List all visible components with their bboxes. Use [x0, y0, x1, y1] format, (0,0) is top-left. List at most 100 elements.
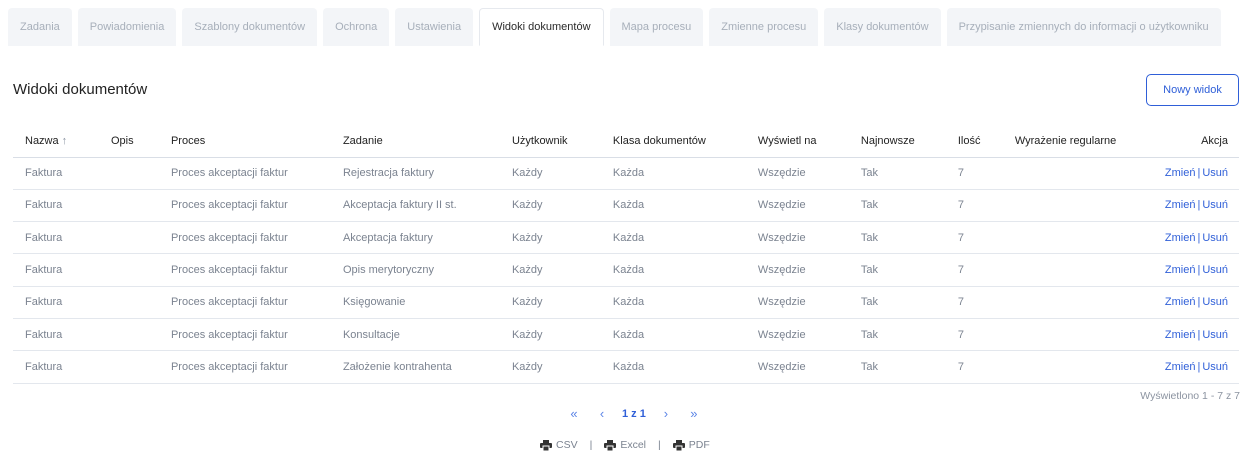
first-page-button[interactable]: «	[560, 406, 588, 421]
cell-klasa-dokumentow: Każda	[600, 189, 746, 223]
delete-link[interactable]: Usuń	[1202, 361, 1228, 373]
cell-opis	[98, 286, 159, 319]
column-header-uzytkownik[interactable]: Użytkownik	[499, 125, 601, 158]
tab-zadania[interactable]: Zadania	[8, 8, 72, 46]
table-row: Faktura Proces akceptacji faktur Akceptacj…	[13, 189, 1239, 223]
cell-uzytkownik: Każdy	[499, 286, 601, 319]
edit-link[interactable]: Zmień	[1165, 232, 1196, 244]
printer-icon	[604, 439, 617, 451]
cell-nazwa: Faktura	[13, 221, 99, 255]
export-excel-button[interactable]: Excel	[604, 439, 646, 451]
cell-ilosc: 7	[945, 189, 1003, 223]
cell-opis	[98, 350, 159, 384]
export-separator: |	[658, 439, 661, 451]
cell-ilosc: 7	[945, 253, 1003, 287]
cell-uzytkownik: Każdy	[499, 157, 601, 190]
delete-link[interactable]: Usuń	[1202, 296, 1228, 308]
action-separator: |	[1197, 231, 1201, 244]
export-separator: |	[589, 439, 593, 451]
delete-link[interactable]: Usuń	[1202, 264, 1228, 276]
column-header-nazwa[interactable]: Nazwa ↑	[13, 125, 99, 158]
delete-link[interactable]: Usuń	[1202, 167, 1228, 179]
cell-opis	[98, 318, 159, 352]
column-header-wyswietl-na[interactable]: Wyświetl na	[745, 125, 849, 158]
column-header-klasa-dokumentow[interactable]: Klasa dokumentów	[600, 125, 746, 158]
action-separator: |	[1197, 199, 1201, 212]
tab-zmienne-procesu[interactable]: Zmienne procesu	[709, 8, 819, 46]
edit-link[interactable]: Zmień	[1165, 361, 1196, 373]
table-row: Faktura Proces akceptacji faktur Księgowan…	[13, 286, 1239, 319]
edit-link[interactable]: Zmień	[1165, 167, 1196, 179]
delete-link[interactable]: Usuń	[1202, 232, 1228, 244]
tab-ochrona[interactable]: Ochrona	[323, 8, 390, 46]
tab-ustawienia[interactable]: Ustawienia	[395, 8, 474, 46]
cell-nazwa: Faktura	[13, 189, 99, 223]
column-header-proces[interactable]: Proces	[158, 125, 331, 158]
tab-przypisanie-zmiennych[interactable]: Przypisanie zmiennych do informacji o uż…	[946, 8, 1221, 46]
tab-widoki-dokumentow[interactable]: Widoki dokumentów	[479, 8, 604, 46]
cell-akcja: Zmień | Usuń	[1152, 189, 1239, 223]
cell-wyrazenie-regularne	[1002, 253, 1153, 287]
column-header-opis[interactable]: Opis	[98, 125, 159, 158]
delete-link[interactable]: Usuń	[1202, 199, 1228, 211]
cell-opis	[98, 253, 159, 287]
cell-najnowsze: Tak	[848, 318, 946, 352]
export-pdf-button[interactable]: PDF	[672, 439, 710, 451]
cell-zadanie: Akceptacja faktury II st.	[330, 189, 500, 223]
action-separator: |	[1197, 264, 1201, 277]
cell-klasa-dokumentow: Każda	[600, 318, 746, 352]
action-separator: |	[1197, 296, 1201, 309]
cell-najnowsze: Tak	[848, 157, 946, 190]
edit-link[interactable]: Zmień	[1165, 264, 1196, 276]
edit-link[interactable]: Zmień	[1165, 329, 1196, 341]
cell-akcja: Zmień | Usuń	[1152, 350, 1239, 384]
cell-zadanie: Rejestracja faktury	[330, 157, 500, 190]
last-page-button[interactable]: »	[680, 406, 708, 421]
cell-wyswietl-na: Wszędzie	[745, 221, 849, 255]
cell-klasa-dokumentow: Każda	[600, 157, 746, 190]
cell-proces: Proces akceptacji faktur	[158, 253, 331, 287]
column-header-label: Nazwa	[25, 134, 59, 147]
tab-powiadomienia[interactable]: Powiadomienia	[77, 8, 177, 46]
column-header-ilosc[interactable]: Ilość	[945, 125, 1003, 158]
cell-wyswietl-na: Wszędzie	[745, 189, 849, 223]
prev-page-button[interactable]: ‹	[588, 406, 616, 421]
cell-wyswietl-na: Wszędzie	[745, 253, 849, 287]
cell-wyrazenie-regularne	[1002, 157, 1153, 190]
cell-wyrazenie-regularne	[1002, 286, 1153, 319]
cell-zadanie: Opis merytoryczny	[330, 253, 500, 287]
cell-wyrazenie-regularne	[1002, 350, 1153, 384]
edit-link[interactable]: Zmień	[1165, 296, 1196, 308]
table-row: Faktura Proces akceptacji faktur Konsultac…	[13, 318, 1239, 352]
cell-proces: Proces akceptacji faktur	[158, 157, 331, 190]
delete-link[interactable]: Usuń	[1202, 329, 1228, 341]
cell-najnowsze: Tak	[848, 350, 946, 384]
next-page-button[interactable]: ›	[652, 406, 680, 421]
cell-najnowsze: Tak	[848, 221, 946, 255]
column-header-wyrazenie-regularne[interactable]: Wyrażenie regularne	[1002, 125, 1153, 158]
column-header-zadanie[interactable]: Zadanie	[330, 125, 500, 158]
cell-nazwa: Faktura	[13, 350, 99, 384]
page-title: Widoki dokumentów	[13, 81, 148, 98]
edit-link[interactable]: Zmień	[1165, 199, 1196, 211]
export-csv-label: CSV	[556, 439, 578, 451]
cell-nazwa: Faktura	[13, 157, 99, 190]
cell-uzytkownik: Każdy	[499, 350, 601, 384]
export-csv-button[interactable]: CSV	[540, 439, 578, 451]
cell-ilosc: 7	[945, 157, 1003, 190]
cell-wyswietl-na: Wszędzie	[745, 318, 849, 352]
tab-klasy-dokumentow[interactable]: Klasy dokumentów	[824, 8, 941, 46]
cell-wyrazenie-regularne	[1002, 221, 1153, 255]
new-view-button[interactable]: Nowy widok	[1146, 74, 1239, 106]
tab-szablony-dokumentow[interactable]: Szablony dokumentów	[182, 8, 318, 46]
cell-akcja: Zmień | Usuń	[1152, 253, 1239, 287]
column-header-najnowsze[interactable]: Najnowsze	[848, 125, 946, 158]
tab-mapa-procesu[interactable]: Mapa procesu	[609, 8, 704, 46]
cell-opis	[98, 157, 159, 190]
cell-proces: Proces akceptacji faktur	[158, 189, 331, 223]
table-row: Faktura Proces akceptacji faktur Opis mery…	[13, 253, 1239, 287]
cell-uzytkownik: Każdy	[499, 189, 601, 223]
cell-proces: Proces akceptacji faktur	[158, 221, 331, 255]
cell-ilosc: 7	[945, 221, 1003, 255]
cell-uzytkownik: Każdy	[499, 253, 601, 287]
